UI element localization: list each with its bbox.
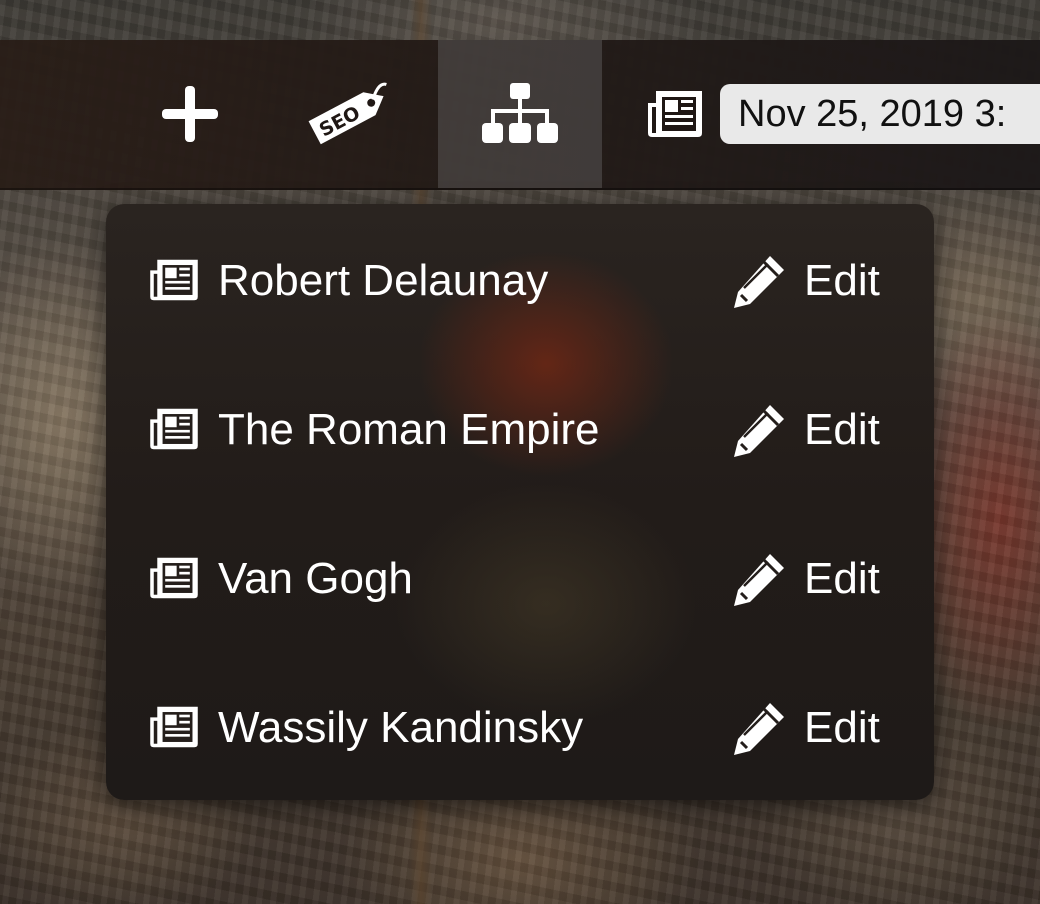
page-title-link[interactable]: Wassily Kandinsky xyxy=(218,691,583,765)
edit-label: Edit xyxy=(804,703,880,752)
pencil-icon xyxy=(734,405,784,457)
list-item[interactable]: Van Gogh Edit xyxy=(106,542,934,616)
publish-date-field[interactable]: Nov 25, 2019 3: xyxy=(720,84,1040,144)
news-button[interactable] xyxy=(630,40,720,188)
newspaper-icon xyxy=(150,706,198,748)
edit-label: Edit xyxy=(804,405,880,454)
edit-label: Edit xyxy=(804,554,880,603)
edit-button[interactable]: Edit xyxy=(730,244,880,318)
newspaper-icon xyxy=(648,91,702,137)
edit-label: Edit xyxy=(804,256,880,305)
background-painting: SEO Nov 25, 2019 3: Robert Delaunay Edit… xyxy=(0,0,1040,904)
newspaper-icon xyxy=(150,408,198,450)
page-tree-dropdown: Robert Delaunay Edit The Roman Empire Ed… xyxy=(106,204,934,800)
page-title-link[interactable]: Robert Delaunay xyxy=(218,244,548,318)
pencil-icon xyxy=(734,554,784,606)
page-title-link[interactable]: The Roman Empire xyxy=(218,393,599,467)
seo-tag-icon: SEO xyxy=(308,82,387,145)
seo-button[interactable]: SEO xyxy=(290,40,410,188)
sitemap-icon xyxy=(482,83,558,143)
pencil-icon xyxy=(734,703,784,755)
page-title-link[interactable]: Van Gogh xyxy=(218,542,413,616)
sitemap-button[interactable] xyxy=(438,40,602,188)
list-item[interactable]: Robert Delaunay Edit xyxy=(106,244,934,318)
edit-button[interactable]: Edit xyxy=(730,542,880,616)
list-item[interactable]: The Roman Empire Edit xyxy=(106,393,934,467)
add-button[interactable] xyxy=(140,40,240,188)
newspaper-icon xyxy=(150,259,198,301)
list-item[interactable]: Wassily Kandinsky Edit xyxy=(106,691,934,765)
edit-button[interactable]: Edit xyxy=(730,691,880,765)
top-toolbar: SEO Nov 25, 2019 3: xyxy=(0,40,1040,190)
pencil-icon xyxy=(734,256,784,308)
edit-button[interactable]: Edit xyxy=(730,393,880,467)
plus-icon xyxy=(162,86,218,142)
newspaper-icon xyxy=(150,557,198,599)
